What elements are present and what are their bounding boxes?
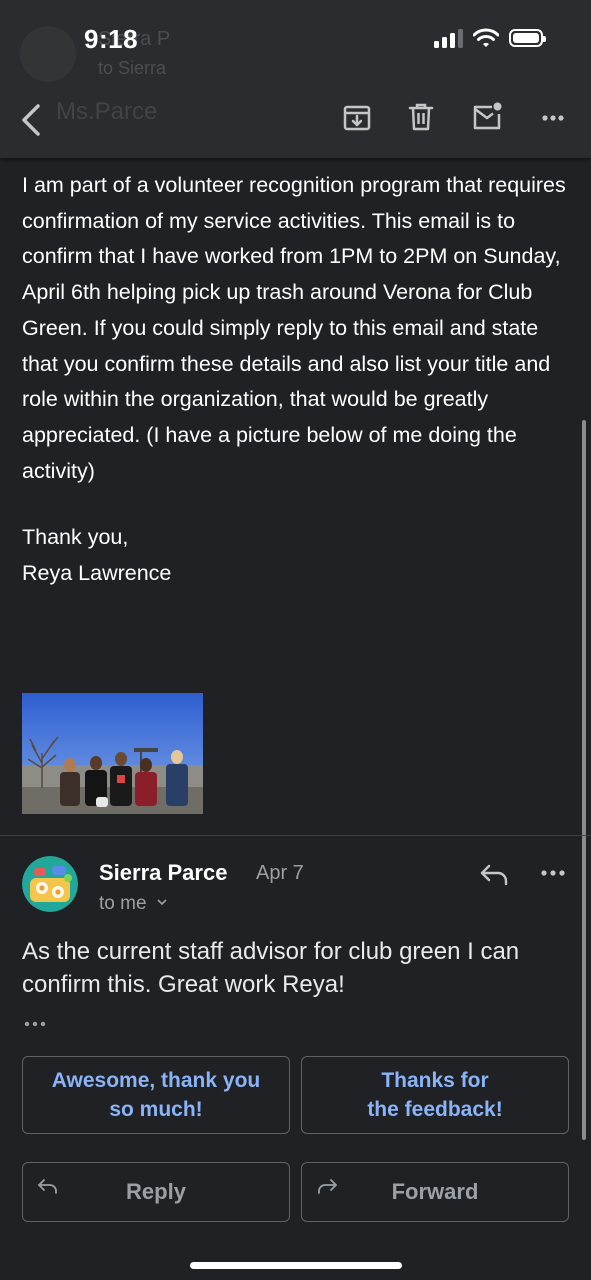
archive-icon[interactable] [340,100,374,134]
smart-reply-1-line2: so much! [109,1098,203,1121]
smart-reply-1-line1: Awesome, thank you [51,1069,261,1092]
scrollbar[interactable] [582,420,586,1140]
show-quoted-text-icon[interactable] [22,1016,50,1032]
ghost-subtitle: to Sierra [98,58,167,78]
status-time: 9:18 [84,24,139,54]
message-more-icon[interactable] [538,862,568,884]
mark-unread-icon[interactable] [470,100,504,134]
smart-reply-2-line1: Thanks for [381,1069,489,1092]
smart-reply-button-1[interactable]: Awesome, thank you so much! [22,1056,290,1134]
forward-button[interactable]: Forward [301,1162,569,1222]
delete-icon[interactable] [404,100,438,134]
attached-photo[interactable] [22,693,203,814]
email-body-text: I am part of a volunteer recognition pro… [22,173,566,483]
reply-icon[interactable] [478,860,510,888]
email-signature: Reya Lawrence [22,560,172,585]
sender-avatar[interactable] [22,856,78,912]
reply-arrow-icon [38,1179,57,1194]
back-arrow-icon[interactable] [16,100,50,140]
ghost-back-label: Ms.Parce [56,98,158,125]
reply-message-body: As the current staff advisor for club gr… [22,938,520,998]
more-options-icon[interactable] [536,100,570,134]
message-date: Apr 7 [256,862,304,884]
forward-label: Forward [391,1179,479,1204]
top-app-bar: Sierra P to Sierra 9:18 Ms.Parce [0,0,591,158]
cellular-signal-icon [434,28,463,48]
chevron-down-icon [157,899,167,906]
email-closing: Thank you, [22,525,129,549]
message-divider [0,835,591,836]
status-icons [434,28,546,48]
recipient-label: to me [99,893,147,914]
sender-name: Sierra Parce [99,860,228,885]
reply-button[interactable]: Reply [22,1162,290,1222]
battery-icon [509,29,546,47]
recipient-toggle[interactable]: to me [99,893,168,915]
reply-label: Reply [126,1179,186,1204]
wifi-icon [473,28,499,47]
smart-reply-2-line2: the feedback! [367,1098,503,1121]
forward-arrow-icon [318,1179,337,1194]
ghost-avatar [20,26,76,82]
email-signature-block: Thank you, Reya Lawrence [22,520,572,591]
smart-reply-button-2[interactable]: Thanks for the feedback! [301,1056,569,1134]
home-indicator[interactable] [190,1262,402,1269]
